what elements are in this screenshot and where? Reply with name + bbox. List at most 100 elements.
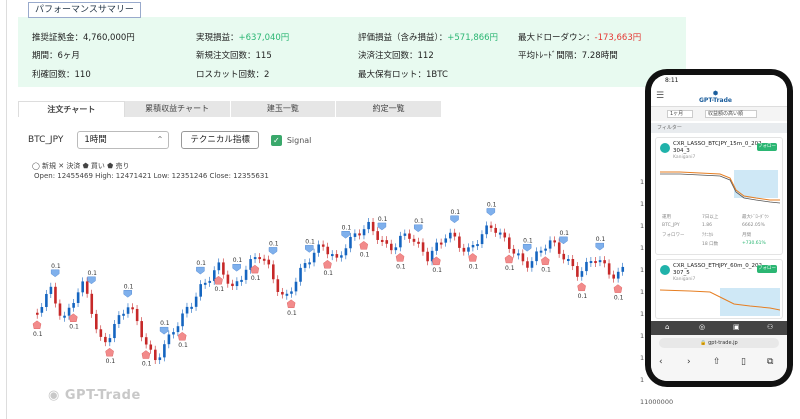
candle: [580, 267, 584, 281]
sell-marker[interactable]: 0.1: [50, 263, 61, 278]
tab-executions[interactable]: 約定一覧: [336, 101, 442, 117]
sell-marker[interactable]: 0.1: [413, 218, 424, 233]
candle: [172, 328, 175, 339]
buy-marker[interactable]: 0.1: [468, 253, 479, 270]
home-icon[interactable]: ⌂: [665, 323, 669, 331]
buy-marker[interactable]: 0.1: [395, 253, 406, 270]
lot-label: 0.1: [251, 275, 261, 282]
summary-metric: 新規注文回数：115: [196, 49, 272, 61]
tabs-icon[interactable]: ⧉: [767, 357, 773, 367]
buy-marker[interactable]: 0.1: [432, 256, 442, 274]
bookmarks-icon[interactable]: ▯: [741, 357, 746, 367]
candle: [163, 340, 166, 362]
buy-marker[interactable]: 0.1: [177, 331, 188, 349]
sell-marker[interactable]: 0.1: [450, 209, 461, 224]
sell-marker[interactable]: 0.1: [559, 230, 569, 245]
url-field[interactable]: 🔒 gpt-trade.jp: [659, 338, 779, 348]
buy-marker[interactable]: 0.1: [613, 284, 624, 302]
buy-marker[interactable]: 0.1: [105, 347, 116, 365]
bot-card[interactable]: CXR_LASSO_ETHJPY_60m_0_202 307_5 Kanigan…: [655, 259, 783, 319]
candle: [612, 270, 615, 283]
y-tick-label: 1: [640, 332, 645, 340]
candle: [521, 249, 525, 266]
lot-label: 0.1: [596, 236, 606, 243]
candle: [49, 282, 53, 298]
follow-button[interactable]: フォロー: [757, 265, 777, 273]
candle: [312, 248, 316, 267]
tab-order-chart[interactable]: 注文チャート: [18, 101, 125, 117]
sell-marker[interactable]: 0.1: [595, 236, 606, 251]
sell-marker[interactable]: 0.1: [341, 224, 352, 239]
sell-marker[interactable]: 0.1: [196, 260, 206, 275]
interval-value: 1時間: [84, 135, 107, 145]
share-icon[interactable]: ⇧: [713, 357, 721, 367]
lot-label: 0.1: [378, 216, 388, 223]
candle: [421, 238, 425, 256]
metric-label: 最大保有ロット：: [358, 70, 427, 80]
users-icon[interactable]: ⚇: [767, 323, 773, 331]
sell-marker[interactable]: 0.1: [305, 238, 315, 253]
candle: [335, 250, 339, 262]
buy-marker[interactable]: 0.1: [141, 350, 152, 368]
follow-button[interactable]: フォロー: [757, 143, 777, 151]
phone-logo: ⬢ GPT-Trade: [699, 90, 732, 104]
buy-marker[interactable]: 0.1: [32, 320, 43, 338]
chevron-updown-icon: ⌃: [156, 135, 164, 144]
buy-marker[interactable]: 0.1: [504, 254, 515, 272]
candle: [167, 330, 171, 349]
buy-marker[interactable]: 0.1: [577, 282, 588, 300]
y-tick-label: 1: [640, 376, 645, 384]
candle: [63, 311, 66, 322]
sell-marker[interactable]: 0.1: [486, 201, 497, 216]
candle: [144, 333, 148, 349]
signal-checkbox[interactable]: ✓: [270, 134, 282, 146]
period-select[interactable]: 1ヶ月: [667, 110, 693, 118]
buy-marker[interactable]: 0.1: [69, 313, 79, 331]
dashboard-icon[interactable]: ◎: [699, 323, 705, 331]
sell-marker[interactable]: 0.1: [232, 257, 243, 272]
candle: [489, 221, 493, 232]
metric-label: 最大ドローダウン：: [518, 33, 595, 43]
bot-stat: 18 口数: [702, 242, 719, 247]
lot-label: 0.1: [414, 218, 424, 225]
metric-label: 推奨証拠金：: [32, 33, 84, 43]
sort-order-select[interactable]: 収益額の高い順: [705, 110, 757, 118]
forward-icon[interactable]: ›: [687, 357, 691, 367]
technical-indicator-button[interactable]: テクニカル指標: [181, 131, 259, 149]
bot-stat: 運用: [662, 215, 671, 220]
sell-marker[interactable]: 0.1: [159, 320, 170, 335]
robot-icon[interactable]: ▣: [733, 323, 740, 331]
candle: [40, 303, 44, 317]
candle: [203, 278, 207, 289]
sell-marker[interactable]: 0.1: [377, 216, 388, 231]
tab-cumulative-profit-chart[interactable]: 累積収益チャート: [124, 101, 231, 117]
metric-value: 115: [255, 51, 272, 61]
buy-marker[interactable]: 0.1: [214, 275, 225, 293]
bot-stat: 7日以上: [702, 215, 719, 220]
buy-marker[interactable]: 0.1: [541, 256, 551, 274]
lot-label: 0.1: [469, 263, 479, 270]
bot-card[interactable]: CXR_LASSO_BTCJPY_15m_0_202 304_3 Kanigan…: [655, 137, 783, 255]
y-tick-label: 1: [640, 200, 645, 208]
buy-marker[interactable]: 0.1: [286, 299, 297, 317]
sell-marker[interactable]: 0.1: [123, 283, 134, 298]
hamburger-menu-icon[interactable]: ☰: [656, 91, 664, 101]
candle: [222, 258, 225, 279]
buy-marker[interactable]: 0.1: [250, 264, 261, 282]
candle: [503, 228, 507, 242]
sell-marker[interactable]: 0.1: [522, 237, 533, 252]
candle: [240, 275, 243, 286]
sell-marker[interactable]: 0.1: [268, 240, 279, 255]
tab-positions[interactable]: 建玉一覧: [230, 101, 337, 117]
phone-filter-header[interactable]: フィルター: [651, 123, 787, 133]
sell-marker[interactable]: 0.1: [87, 270, 97, 285]
buy-marker[interactable]: 0.1: [359, 240, 370, 258]
buy-marker[interactable]: 0.1: [323, 259, 333, 277]
order-chart[interactable]: 0.1 0.1 0.1 0.1 0.1 0.1 0.1 0.1 0.1 0.1 0.1 0.1 0.1 0…: [28, 160, 648, 419]
interval-select[interactable]: 1時間 ⌃: [77, 131, 170, 149]
candle: [285, 289, 289, 300]
lot-label: 0.1: [360, 251, 370, 258]
candle: [108, 334, 112, 347]
candle: [616, 267, 620, 283]
back-icon[interactable]: ‹: [659, 357, 663, 367]
